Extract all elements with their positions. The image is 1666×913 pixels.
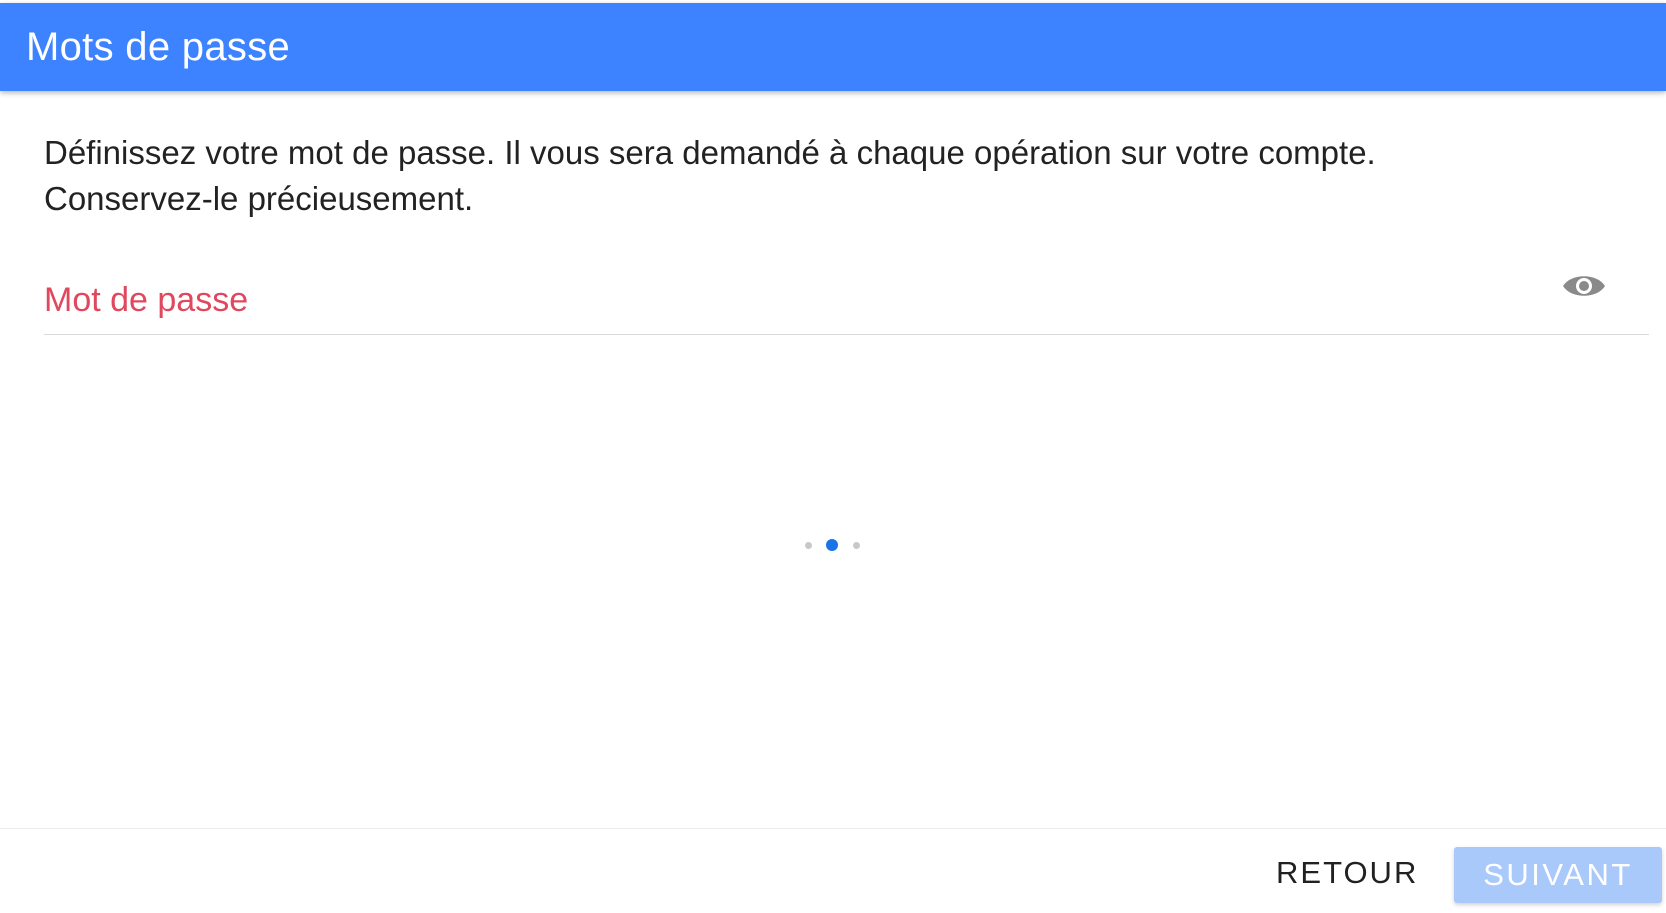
back-button[interactable]: RETOUR xyxy=(1264,849,1430,897)
page-title: Mots de passe xyxy=(26,25,291,69)
step-dot xyxy=(804,541,812,549)
app-header: Mots de passe xyxy=(0,3,1666,91)
step-dot xyxy=(852,541,860,549)
eye-icon[interactable] xyxy=(1561,263,1607,309)
password-field xyxy=(44,255,1649,335)
step-dot-active xyxy=(826,539,838,551)
intro-line-2: Conservez-le précieusement. xyxy=(44,180,474,217)
footer-bar: RETOUR SUIVANT xyxy=(0,828,1666,913)
intro-line-1: Définissez votre mot de passe. Il vous s… xyxy=(44,134,1376,171)
intro-text: Définissez votre mot de passe. Il vous s… xyxy=(44,130,1604,222)
step-indicator xyxy=(800,535,870,555)
password-input[interactable] xyxy=(44,275,1544,325)
next-button[interactable]: SUIVANT xyxy=(1454,847,1662,903)
